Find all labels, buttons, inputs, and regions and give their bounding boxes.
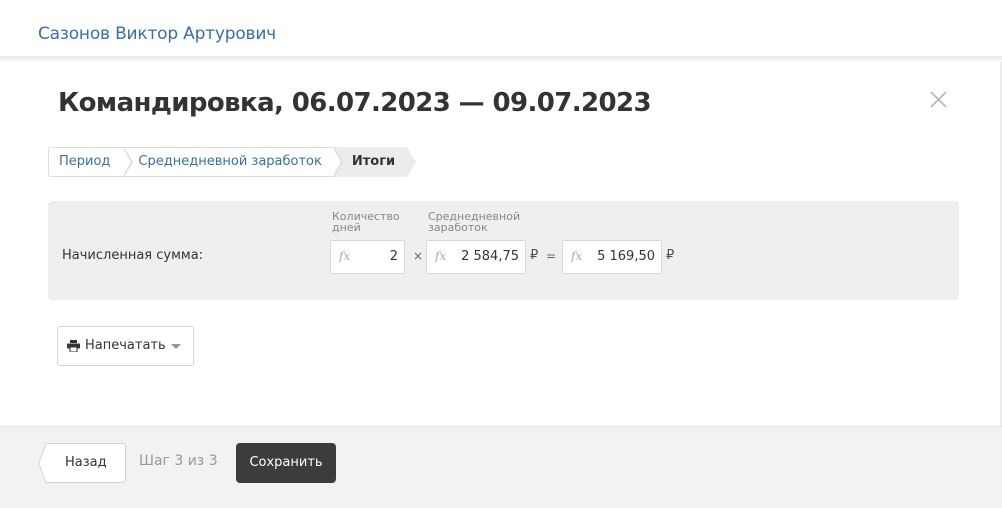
calculation-box: Начисленная сумма: Количество дней Средн… [48, 201, 959, 300]
avg-earnings-value: 2 584,75 [461, 249, 519, 264]
avg-earnings-field[interactable]: fx 2 584,75 [426, 240, 526, 274]
close-icon [930, 91, 947, 108]
currency-sign: ₽ [530, 248, 539, 263]
formula-icon: fx [435, 249, 447, 263]
wizard-steps: Период Среднедневной заработок Итоги [48, 147, 417, 177]
step-arrow [406, 147, 417, 177]
days-count-label: Количество дней [332, 210, 400, 234]
formula-icon: fx [571, 249, 583, 263]
step-period[interactable]: Период [48, 147, 134, 177]
days-count-value: 2 [389, 249, 398, 264]
accrued-amount-label: Начисленная сумма: [62, 248, 204, 263]
dialog-title: Командировка, 06.07.2023 — 09.07.2023 [58, 88, 652, 118]
total-amount-field[interactable]: fx 5 169,50 [562, 240, 662, 274]
multiply-sign: × [413, 249, 424, 263]
print-dropdown-button[interactable]: Напечатать [57, 326, 194, 366]
printer-icon [67, 340, 80, 352]
step-arrow [123, 147, 134, 177]
currency-sign: ₽ [666, 248, 675, 263]
step-arrow [332, 147, 343, 177]
save-button[interactable]: Сохранить [236, 443, 336, 483]
step-counter: Шаг 3 из 3 [139, 453, 218, 469]
print-label: Напечатать [85, 338, 166, 353]
step-label: Среднедневной заработок [138, 154, 322, 169]
chevron-down-icon [171, 344, 181, 349]
step-label: Итоги [351, 154, 396, 169]
user-name-link[interactable]: Сазонов Виктор Артурович [38, 24, 276, 44]
avg-earnings-label: Среднедневной заработок [428, 210, 521, 234]
total-amount-value: 5 169,50 [597, 249, 655, 264]
step-label: Период [59, 154, 111, 169]
close-button[interactable] [924, 86, 952, 114]
back-label: Назад [65, 455, 107, 470]
days-count-field[interactable]: fx 2 [330, 240, 405, 274]
back-button[interactable]: Назад [38, 443, 126, 483]
step-totals[interactable]: Итоги [333, 147, 417, 177]
formula-icon: fx [339, 249, 351, 263]
equals-sign: = [546, 249, 557, 263]
step-average-earnings[interactable]: Среднедневной заработок [124, 147, 343, 177]
